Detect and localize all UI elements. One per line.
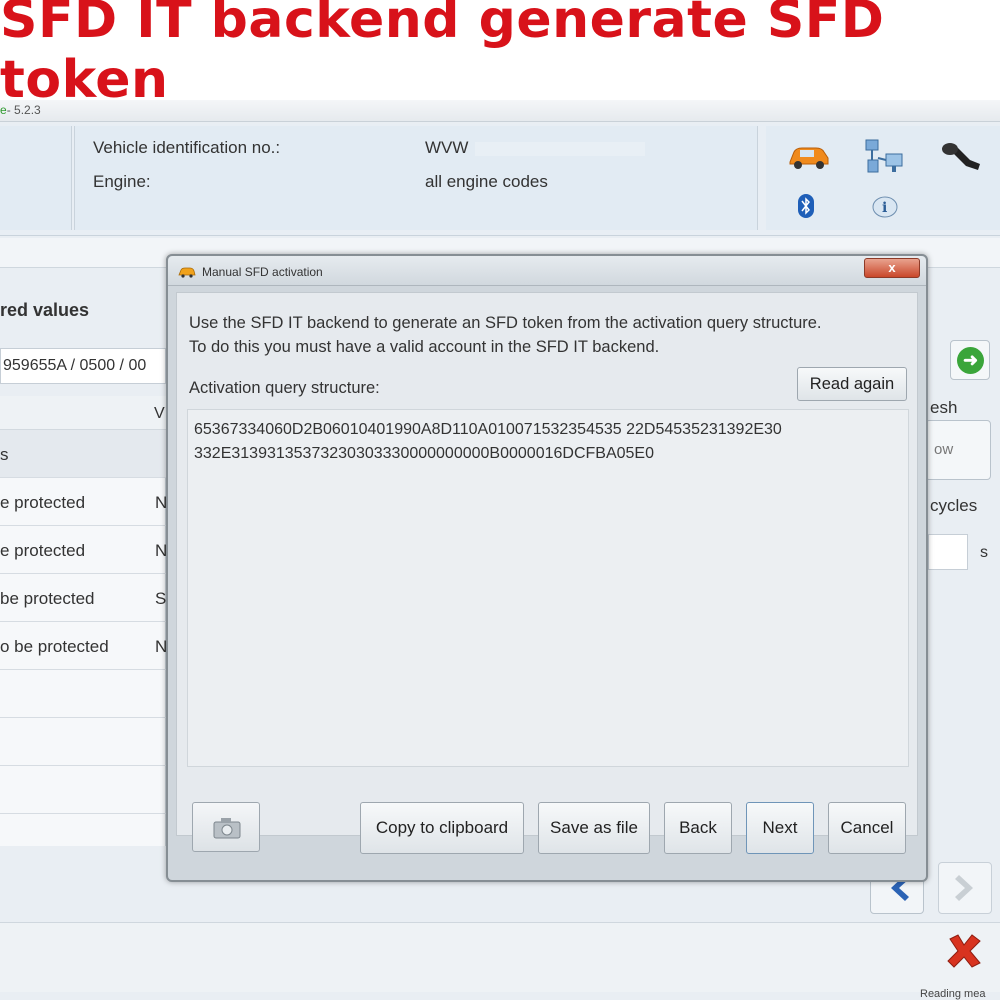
engine-value: all engine codes <box>425 172 548 191</box>
row-text: be protected <box>0 589 95 608</box>
row-text: o be protected <box>0 637 109 656</box>
refresh-label: esh <box>930 398 958 417</box>
bottom-toolbar <box>0 922 1000 992</box>
row-value: S <box>155 589 167 608</box>
cancel-x-icon[interactable] <box>944 931 984 971</box>
query-line-2: 332E31393135373230303330000000000B000001… <box>194 445 654 462</box>
table-row <box>0 670 166 718</box>
car-small-icon <box>178 267 196 278</box>
manual-sfd-activation-dialog: Manual SFD activation x Use the SFD IT b… <box>166 254 928 882</box>
table-row[interactable]: be protected S <box>0 574 166 622</box>
vin-label: Vehicle identification no.: <box>93 138 281 157</box>
screenshot-button[interactable] <box>192 802 260 852</box>
read-again-button[interactable]: Read again <box>797 367 907 401</box>
dialog-body: Use the SFD IT backend to generate an SF… <box>176 292 918 836</box>
dialog-titlebar[interactable]: Manual SFD activation x <box>168 256 926 286</box>
query-structure-label: Activation query structure: <box>189 379 380 397</box>
table-row[interactable]: o be protected N <box>0 622 167 670</box>
banner-title: SFD IT backend generate SFD token <box>0 0 885 110</box>
engine-label: Engine: <box>93 172 151 191</box>
header-icons: i <box>766 126 1000 230</box>
nav-forward-button[interactable] <box>938 862 992 914</box>
back-button[interactable]: Back <box>664 802 732 854</box>
svg-text:i: i <box>882 200 887 216</box>
table-row[interactable]: s <box>0 430 166 478</box>
bluetooth-icon[interactable] <box>798 194 814 218</box>
cycles-input[interactable] <box>928 534 968 570</box>
row-text: s <box>0 445 9 464</box>
table-row <box>0 766 166 814</box>
camera-icon <box>213 818 241 839</box>
seconds-label: s <box>980 544 988 561</box>
key-icon[interactable] <box>940 138 984 174</box>
copy-to-clipboard-button[interactable]: Copy to clipboard <box>360 802 524 854</box>
info-icon[interactable]: i <box>870 192 900 220</box>
arrow-right-icon: ➜ <box>957 347 984 374</box>
cycles-label: cycles <box>930 496 978 515</box>
row-text: e protected <box>0 493 86 512</box>
part-number-field[interactable]: 959655A / 0500 / 00 <box>0 348 166 384</box>
vin-value: WVW <box>425 138 469 157</box>
next-button[interactable]: Next <box>746 802 814 854</box>
dialog-description: Use the SFD IT backend to generate an SF… <box>189 311 822 359</box>
dialog-close-button[interactable]: x <box>864 258 920 278</box>
table-column-header: V <box>0 396 166 430</box>
vehicle-info-panel: Vehicle identification no.: WVW Engine: … <box>74 126 758 230</box>
cancel-button[interactable]: Cancel <box>828 802 906 854</box>
description-line-1: Use the SFD IT backend to generate an SF… <box>189 314 822 332</box>
column-v: V <box>154 405 165 422</box>
status-text: Reading mea <box>920 988 986 1000</box>
car-icon[interactable] <box>786 140 832 170</box>
table-row[interactable]: e protected N <box>0 526 167 574</box>
network-icon[interactable] <box>862 138 906 176</box>
query-structure-field[interactable]: 65367334060D2B06010401990A8D110A01007153… <box>187 409 909 767</box>
measured-values-title: red values <box>0 300 90 320</box>
go-button[interactable]: ➜ <box>950 340 990 380</box>
banner: SFD IT backend generate SFD token <box>0 0 1000 110</box>
chevron-right-icon <box>955 875 973 901</box>
header-left-panel <box>0 126 72 230</box>
save-as-file-button[interactable]: Save as file <box>538 802 650 854</box>
dialog-title: Manual SFD activation <box>202 265 323 279</box>
row-text: e protected <box>0 541 86 560</box>
version-number: - 5.2.3 <box>6 103 41 117</box>
query-line-1: 65367334060D2B06010401990A8D110A01007153… <box>194 421 782 438</box>
vehicle-header: Vehicle identification no.: WVW Engine: … <box>0 124 1000 236</box>
table-row[interactable]: e protected N <box>0 478 167 526</box>
refresh-now-button[interactable]: ow <box>925 420 991 480</box>
table-row <box>0 718 166 766</box>
version-prefix: e <box>0 103 7 117</box>
description-line-2: To do this you must have a valid account… <box>189 338 660 356</box>
protection-table: V s e protected N e protected N be prote… <box>0 396 167 846</box>
version-text: e- 5.2.3 <box>0 103 41 117</box>
vin-redaction <box>475 142 645 156</box>
app-window: e- 5.2.3 Vehicle identification no.: WVW… <box>0 100 1000 1000</box>
version-strip: e- 5.2.3 <box>0 100 1000 122</box>
